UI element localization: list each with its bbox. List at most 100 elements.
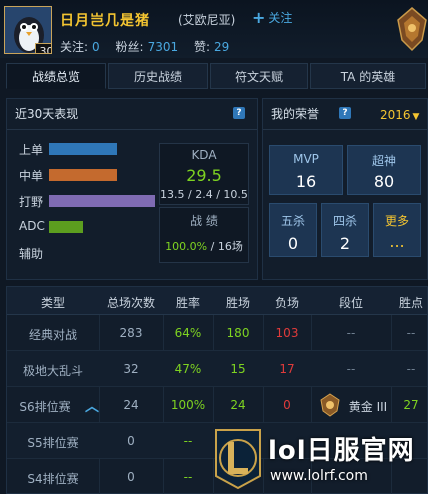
honor-label-mvp: MVP [293, 152, 319, 166]
watermark-title: lol日服官网 [268, 436, 415, 466]
profile-header: 30 日月岂几是猪 (艾欧尼亚) + 关注 关注:0 粉丝:7301 赞:29 [0, 0, 428, 58]
follow-button-label: 关注 [268, 11, 293, 25]
row-type: S5排位赛 [27, 436, 79, 450]
row-type: 经典对战 [28, 328, 77, 342]
role-bar-top [49, 143, 117, 155]
header-wins: 胜场 [225, 296, 250, 310]
role-label-jungle: 打野 [19, 195, 44, 209]
row-total: 24 [123, 398, 139, 412]
avatar[interactable]: 30 [4, 6, 52, 54]
rank-emblem-icon [397, 7, 427, 52]
header-points: 胜点 [398, 296, 423, 310]
table-row[interactable]: S6排位赛 ︿ 24 100% 24 0 黄金 III 27 [7, 387, 427, 423]
kda-title: KDA [191, 148, 217, 162]
header-total: 总场次数 [106, 296, 155, 310]
year-select[interactable]: 2016 ▼ [380, 108, 419, 122]
honor-label-quadra: 四杀 [332, 214, 357, 228]
level-badge: 30 [35, 43, 51, 53]
record-title: 战 绩 [190, 214, 218, 228]
honor-card-penta[interactable]: 五杀 0 [269, 203, 317, 257]
year-select-value: 2016 [380, 108, 411, 122]
kda-box: KDA 29.5 13.5 / 2.4 / 10.5 [159, 143, 249, 205]
honor-label-legendary: 超神 [371, 154, 396, 168]
honor-value-mvp: 16 [295, 172, 317, 191]
record-winrate: 100.0% [165, 240, 208, 253]
watermark-url: www.lolrf.com [270, 468, 368, 484]
tab-runes[interactable]: 符文天赋 [210, 63, 308, 89]
honor-value-penta: 0 [287, 234, 299, 253]
row-type: S6排位赛 [19, 400, 71, 414]
record-detail: 100.0% / 16场 [165, 240, 243, 253]
honor-card-legendary[interactable]: 超神 80 [347, 145, 421, 195]
row-total: 0 [127, 434, 135, 448]
tab-history[interactable]: 历史战绩 [108, 63, 208, 89]
tab-bar: 战绩总览 历史战绩 符文天赋 TA 的英雄 [6, 63, 428, 89]
row-tier: -- [346, 362, 356, 376]
fans-count: 7301 [147, 40, 179, 54]
likes-label: 赞: [193, 40, 210, 54]
role-bar-mid [49, 169, 117, 181]
help-icon[interactable]: ? [339, 107, 351, 119]
row-wins: 15 [230, 362, 246, 376]
honor-label-more: 更多 [384, 214, 409, 228]
row-total: 32 [123, 362, 139, 376]
row-points: -- [406, 362, 416, 376]
kda-detail: 13.5 / 2.4 / 10.5 [160, 188, 248, 201]
honor-card-quadra[interactable]: 四杀 2 [321, 203, 369, 257]
row-type: 极地大乱斗 [22, 364, 83, 378]
table-row[interactable]: 经典对战 283 64% 180 103 -- -- [7, 315, 427, 351]
row-winrate: -- [183, 470, 193, 484]
league-logo-icon [215, 429, 261, 490]
honor-card-more[interactable]: 更多 ... [373, 203, 421, 257]
record-box: 战 绩 100.0% / 16场 [159, 207, 249, 263]
row-losses: 17 [279, 362, 295, 376]
role-bar-adc [49, 221, 83, 233]
likes-count: 29 [213, 40, 230, 54]
role-label-adc: ADC [19, 219, 45, 233]
row-winrate: 100% [170, 398, 206, 412]
honor-panel: 我的荣誉 ? MVP 16 超神 80 五杀 0 四杀 2 更多 ... [262, 98, 428, 280]
record-games: 16场 [217, 240, 243, 253]
role-label-mid: 中单 [19, 169, 44, 183]
summoner-name: 日月岂几是猪 [60, 13, 150, 29]
chevron-up-icon[interactable]: ︿ [85, 396, 99, 416]
fans-label: 粉丝: [115, 40, 144, 54]
header-tier: 段位 [338, 296, 363, 310]
tab-overview[interactable]: 战绩总览 [6, 63, 106, 89]
honor-value-more: ... [389, 232, 405, 251]
row-points: -- [406, 326, 416, 340]
role-label-support: 辅助 [19, 247, 44, 261]
row-losses: 103 [275, 326, 299, 340]
kda-value: 29.5 [186, 166, 222, 185]
recent-performance-panel: 近30天表现 ? 上单 中单 打野 ADC 辅助 KDA 29.5 13.5 /… [6, 98, 258, 280]
social-stats: 关注: 0 粉丝: 7301 赞: 29 [60, 38, 241, 55]
site-watermark: lol日服官网 www.lolrf.com [212, 428, 428, 494]
honor-card-mvp[interactable]: MVP 16 [269, 145, 343, 195]
honor-title: 我的荣誉 [271, 107, 320, 121]
row-wins: 24 [230, 398, 246, 412]
follow-count-label: 关注: [60, 40, 89, 54]
row-winrate: -- [183, 434, 193, 448]
honor-label-penta: 五杀 [280, 214, 305, 228]
tab-heroes[interactable]: TA 的英雄 [310, 63, 426, 89]
honor-value-quadra: 2 [339, 234, 351, 253]
header-type: 类型 [40, 296, 65, 310]
chevron-down-icon: ▼ [412, 112, 420, 122]
header-winrate: 胜率 [175, 296, 200, 310]
table-row[interactable]: 极地大乱斗 32 47% 15 17 -- -- [7, 351, 427, 387]
follow-count: 0 [92, 40, 100, 54]
help-icon[interactable]: ? [233, 107, 245, 119]
server-name: (艾欧尼亚) [178, 13, 236, 27]
row-winrate: 47% [174, 362, 202, 376]
divider [263, 129, 427, 130]
recent-performance-title: 近30天表现 [15, 107, 79, 121]
plus-icon: + [252, 7, 266, 27]
table-header: 类型 总场次数 胜率 胜场 负场 段位 胜点 [7, 287, 427, 315]
follow-button[interactable]: + 关注 [252, 9, 292, 26]
row-type: S4排位赛 [27, 472, 79, 486]
gold-tier-icon [320, 393, 340, 417]
row-points: 27 [403, 398, 419, 412]
row-total: 0 [127, 470, 135, 484]
row-losses: 0 [283, 398, 291, 412]
role-bar-jungle [49, 195, 155, 207]
